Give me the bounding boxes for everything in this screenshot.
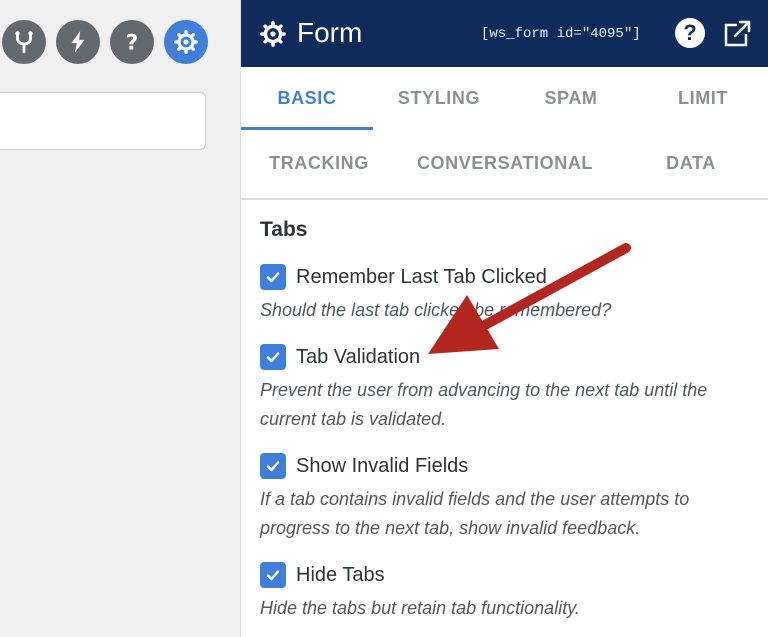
annotation-arrow-icon (428, 243, 631, 354)
option-description: If a tab contains invalid fields and the… (260, 489, 690, 538)
bolt-icon[interactable] (56, 20, 100, 64)
checkbox-checked[interactable] (260, 264, 286, 290)
expand-icon[interactable] (723, 18, 753, 48)
branch-icon[interactable] (2, 20, 46, 64)
option-label: Hide Tabs (296, 563, 385, 586)
tab-styling[interactable]: STYLING (373, 66, 505, 130)
tab-conversational[interactable]: CONVERSATIONAL (397, 131, 613, 195)
active-tab-indicator (241, 127, 373, 130)
form-shortcode[interactable]: [ws_form id="4095"] (481, 25, 641, 43)
option-hide-tabs[interactable]: Hide Tabs (260, 561, 385, 589)
gear-icon[interactable] (164, 20, 208, 64)
sidebar-title: Form (297, 17, 363, 48)
tabs-divider (241, 198, 768, 200)
option-show-invalid-fields[interactable]: Show Invalid Fields (260, 452, 468, 480)
tab-spam[interactable]: SPAM (505, 66, 637, 130)
form-editor-area: ? (0, 0, 240, 637)
section-title: Tabs (260, 218, 308, 241)
tab-tracking[interactable]: TRACKING (241, 131, 397, 195)
gear-icon (260, 21, 286, 47)
help-button[interactable]: ? (675, 18, 705, 48)
option-tab-validation[interactable]: Tab Validation (260, 343, 420, 371)
checkbox-checked[interactable] (260, 562, 286, 588)
tab-data[interactable]: DATA (613, 131, 768, 195)
help-icon[interactable]: ? (110, 20, 154, 64)
tab-basic[interactable]: BASIC (241, 66, 373, 130)
checkmark-icon (266, 272, 280, 283)
option-description: Prevent the user from advancing to the n… (260, 380, 708, 429)
tab-limit[interactable]: LIMIT (637, 66, 768, 130)
checkmark-icon (266, 570, 280, 581)
form-field-input[interactable] (0, 92, 206, 150)
checkbox-checked[interactable] (260, 344, 286, 370)
option-description: Hide the tabs but retain tab functionali… (260, 598, 580, 618)
checkbox-checked[interactable] (260, 453, 286, 479)
svg-text:?: ? (126, 31, 139, 55)
sidebar-header: Form [ws_form id="4095"] ? (241, 0, 768, 67)
checkmark-icon (266, 461, 280, 472)
option-label: Show Invalid Fields (296, 454, 469, 477)
checkmark-icon (266, 352, 280, 363)
